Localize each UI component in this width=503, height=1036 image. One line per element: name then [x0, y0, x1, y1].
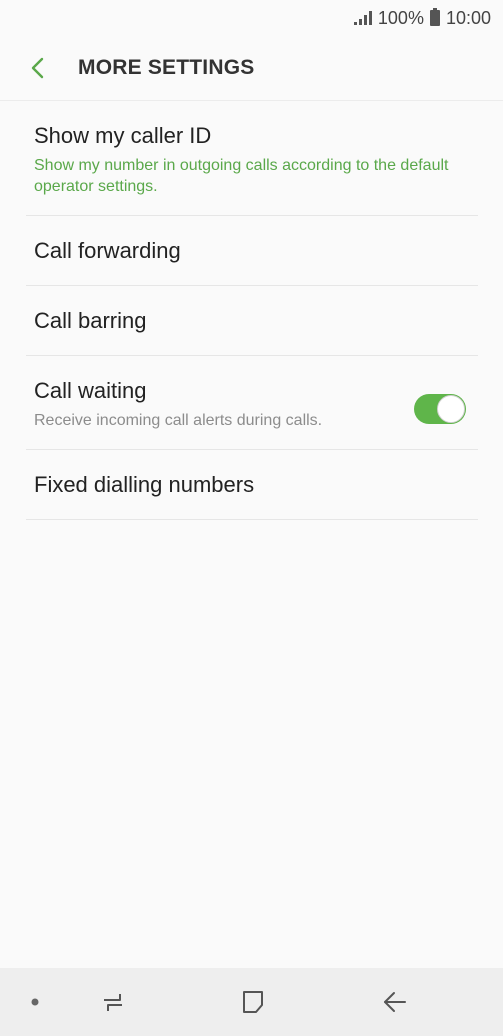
page-title: MORE SETTINGS: [78, 56, 255, 79]
setting-call-waiting[interactable]: Call waiting Receive incoming call alert…: [26, 356, 478, 450]
home-button[interactable]: [230, 968, 276, 1036]
status-bar: 100% 10:00: [0, 0, 503, 36]
setting-fixed-dialling-numbers[interactable]: Fixed dialling numbers: [26, 450, 478, 520]
setting-title: Show my caller ID: [34, 123, 212, 148]
call-waiting-toggle[interactable]: [414, 394, 466, 424]
toggle-knob: [437, 395, 465, 423]
setting-title: Fixed dialling numbers: [34, 471, 255, 497]
chevron-left-icon: [31, 57, 44, 79]
screen: 100% 10:00 MORE SETTINGS Show my caller …: [0, 0, 503, 1036]
back-button[interactable]: [8, 36, 68, 100]
signal-icon: [353, 11, 372, 25]
setting-title: Call barring: [34, 307, 147, 333]
recent-apps-icon: [104, 994, 122, 1011]
setting-show-caller-id[interactable]: Show my caller ID Show my number in outg…: [26, 101, 478, 216]
back-arrow-icon: [384, 992, 406, 1012]
recent-apps-button[interactable]: [92, 968, 136, 1036]
setting-title: Call forwarding: [34, 237, 181, 263]
battery-icon: [429, 8, 440, 26]
setting-subtitle: Show my number in outgoing calls accordi…: [34, 157, 449, 195]
nav-back-button[interactable]: [372, 968, 418, 1036]
battery-percent: 100%: [377, 7, 424, 28]
setting-call-barring[interactable]: Call barring: [26, 286, 478, 356]
dot-icon: [31, 998, 39, 1006]
clock: 10:00: [445, 7, 491, 28]
settings-list: Show my caller ID Show my number in outg…: [26, 101, 478, 520]
setting-call-forwarding[interactable]: Call forwarding: [26, 216, 478, 286]
navigation-bar: [0, 968, 503, 1036]
nav-dot-button[interactable]: [22, 968, 48, 1036]
app-header: MORE SETTINGS: [0, 36, 503, 100]
setting-title: Call waiting: [34, 378, 147, 403]
home-icon: [243, 991, 263, 1013]
setting-subtitle: Receive incoming call alerts during call…: [34, 412, 323, 429]
